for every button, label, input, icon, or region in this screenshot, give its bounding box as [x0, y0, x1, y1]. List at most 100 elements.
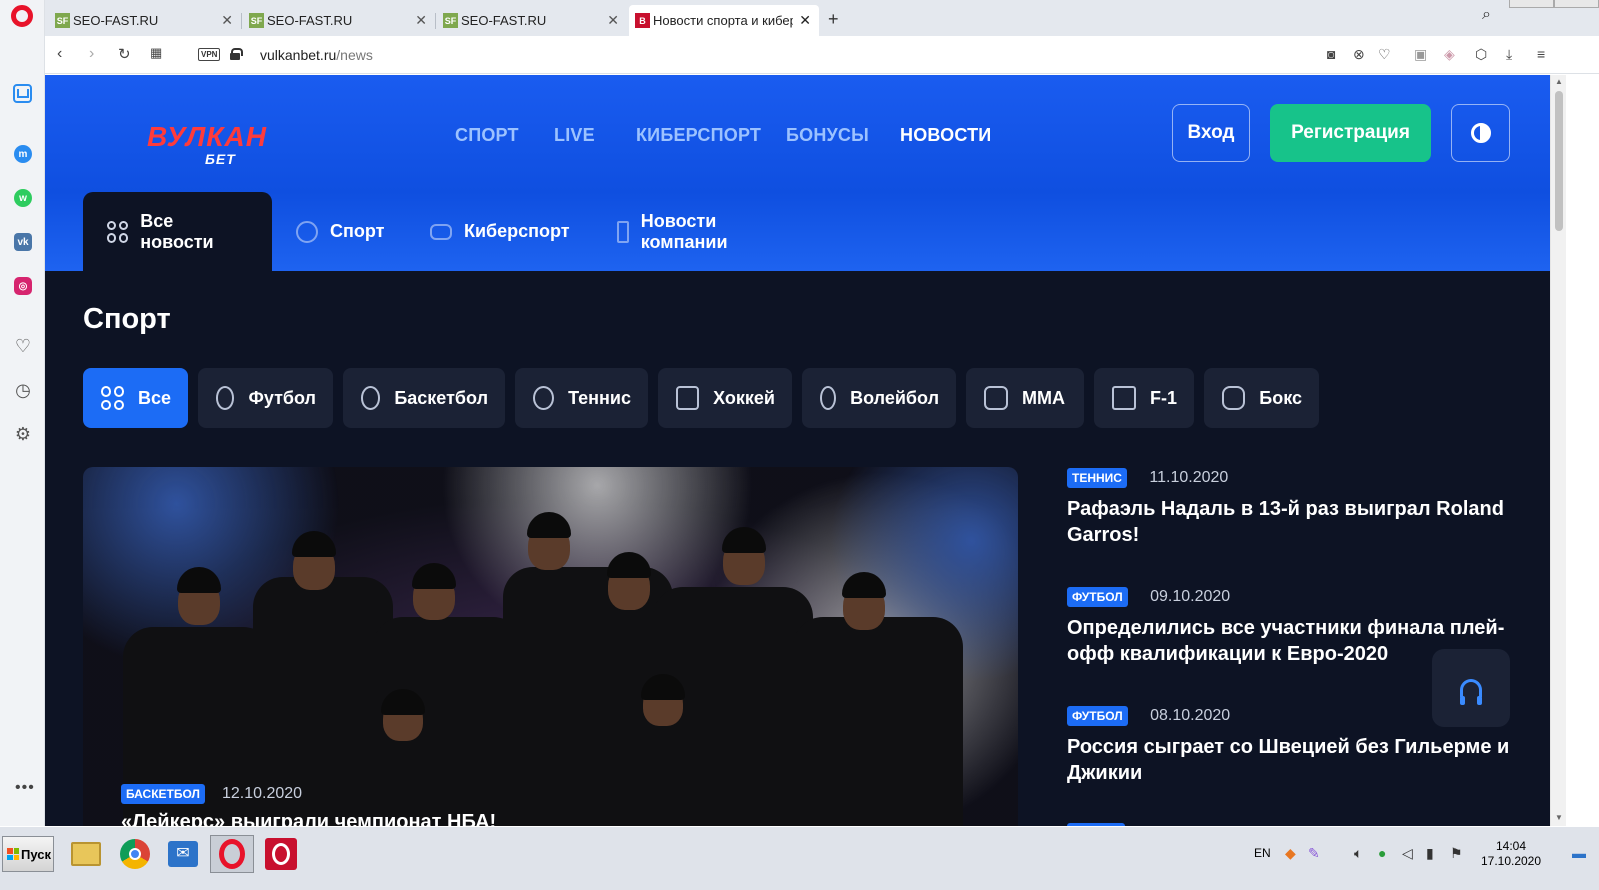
box-icon[interactable]: ⬡ [1475, 46, 1487, 63]
theme-toggle-button[interactable] [1451, 104, 1510, 162]
whatsapp-icon[interactable]: w [13, 188, 33, 208]
featured-category-badge[interactable]: БАСКЕТБОЛ [121, 784, 205, 804]
heart-icon[interactable]: ♡ [13, 336, 33, 356]
network-icon[interactable]: ▮ [1426, 845, 1434, 862]
news-list-item[interactable]: ТЕННИС 11.10.2020 Рафаэль Надаль в 13-й … [1067, 468, 1517, 548]
featured-news-card[interactable]: БАСКЕТБОЛ 12.10.2020 «Лейкерс» выиграли … [83, 467, 1018, 826]
filter-hockey[interactable]: Хоккей [658, 368, 792, 428]
news-category-badge[interactable]: ФУТБОЛ [1067, 706, 1128, 726]
support-chat-button[interactable] [1432, 649, 1510, 727]
ball-icon [296, 220, 318, 243]
news-title[interactable]: Рафаэль Надаль в 13-й раз выиграл Roland… [1067, 496, 1517, 548]
url-field[interactable]: vulkanbet.ru/news [260, 47, 373, 63]
nav-esports[interactable]: КИБЕРСПОРТ [636, 125, 761, 146]
close-tab-icon[interactable]: ✕ [607, 12, 619, 29]
menu-icon[interactable]: ≡ [1537, 46, 1545, 62]
chip-label: F-1 [1150, 387, 1177, 408]
reload-icon[interactable]: ↻ [118, 45, 131, 63]
browser-tab[interactable]: SF SEO-FAST.RU ✕ [243, 5, 435, 36]
tab-title: SEO-FAST.RU [267, 13, 353, 28]
home-icon[interactable] [13, 84, 32, 103]
tray-pen-icon[interactable]: ✎ [1308, 845, 1320, 862]
site-logo[interactable]: ВУЛКАН БЕТ [147, 121, 267, 167]
news-category-badge[interactable]: ФУТБОЛ [1067, 587, 1128, 607]
extension-sf-icon[interactable]: ▣ [1414, 46, 1427, 63]
register-button[interactable]: Регистрация [1270, 104, 1431, 162]
speaker-icon[interactable]: 🔈︎ [1354, 845, 1362, 862]
filter-boxing[interactable]: Бокс [1204, 368, 1319, 428]
tab-search-icon[interactable]: ⌕ [1482, 6, 1491, 24]
filter-volleyball[interactable]: Волейбол [802, 368, 956, 428]
forward-icon[interactable]: › [89, 45, 94, 63]
adblock-icon[interactable]: ⊗ [1353, 46, 1365, 63]
nav-news[interactable]: НОВОСТИ [900, 125, 991, 146]
browser-tab[interactable]: SF SEO-FAST.RU ✕ [437, 5, 627, 36]
vpn-badge[interactable]: VPN [198, 48, 221, 61]
tab-sport[interactable]: Спорт [296, 192, 384, 271]
tab-company-news[interactable]: Новости компании [617, 192, 734, 271]
instagram-icon[interactable]: ◎ [13, 276, 33, 296]
flag-notification-icon[interactable]: ⚑ [1450, 845, 1463, 862]
browser-tab-bar: SF SEO-FAST.RU ✕ SF SEO-FAST.RU ✕ SF SEO… [45, 0, 1599, 36]
mail-icon[interactable]: ✉ [161, 835, 205, 873]
chip-label: Все [137, 387, 171, 408]
volume-icon[interactable]: ◁ [1402, 845, 1413, 862]
news-title[interactable]: Россия сыграет со Швецией без Гильерме и… [1067, 734, 1517, 786]
filter-basketball[interactable]: Баскетбол [343, 368, 505, 428]
filter-f1[interactable]: F-1 [1094, 368, 1194, 428]
lock-icon[interactable] [230, 48, 243, 60]
close-tab-icon[interactable]: ✕ [221, 12, 233, 29]
featured-title[interactable]: «Лейкерс» выиграли чемпионат НБА! [121, 811, 496, 826]
security-icon[interactable]: ● [1378, 845, 1386, 861]
history-clock-icon[interactable]: ◷ [13, 380, 33, 400]
tab-grid-icon[interactable]: ▦ [150, 45, 162, 61]
vk-icon[interactable]: vk [13, 232, 33, 252]
more-dots-icon[interactable]: ••• [15, 779, 35, 797]
scrollbar-thumb[interactable] [1555, 91, 1563, 231]
nav-live[interactable]: LIVE [554, 125, 595, 146]
close-tab-icon[interactable]: ✕ [415, 12, 427, 29]
chip-label: Футбол [248, 387, 316, 408]
opera-logo-icon[interactable] [11, 5, 33, 27]
filter-football[interactable]: Футбол [198, 368, 333, 428]
filter-all[interactable]: Все [83, 368, 188, 428]
news-category-badge[interactable]: ТЕННИС [1067, 468, 1127, 488]
scroll-down-icon[interactable]: ▼ [1555, 813, 1563, 822]
system-clock[interactable]: 14:04 17.10.2020 [1478, 839, 1544, 869]
chip-label: Хоккей [713, 387, 775, 408]
tab-esports[interactable]: Киберспорт [430, 192, 570, 271]
nav-bonuses[interactable]: БОНУСЫ [786, 125, 869, 146]
grid-icon [101, 386, 124, 410]
window-controls[interactable] [1509, 0, 1599, 8]
login-button[interactable]: Вход [1172, 104, 1250, 162]
featured-photo-crowd [83, 467, 1018, 826]
show-desktop-icon[interactable]: ▬ [1572, 845, 1586, 861]
page-scrollbar[interactable]: ▲ ▼ [1550, 75, 1566, 826]
settings-gear-icon[interactable]: ⚙ [13, 424, 33, 444]
filter-tennis[interactable]: Теннис [515, 368, 648, 428]
language-indicator[interactable]: EN [1254, 846, 1271, 860]
logo-subword: БЕТ [205, 151, 236, 167]
bookmark-heart-icon[interactable]: ♡ [1378, 46, 1391, 63]
tab-all-news[interactable]: Все новости [83, 192, 272, 271]
camera-icon[interactable]: ◙ [1327, 46, 1335, 62]
file-explorer-icon[interactable] [64, 835, 108, 873]
browser-tab-active[interactable]: B Новости спорта и кибер ✕ [629, 5, 819, 36]
nav-sport[interactable]: СПОРТ [455, 125, 519, 146]
opera-taskbar-icon[interactable] [210, 835, 254, 873]
messenger-icon[interactable]: m [13, 144, 33, 164]
tray-app-icon[interactable]: ◆ [1285, 845, 1296, 862]
tab-label: Новости компании [640, 210, 728, 252]
extension-cube-icon[interactable]: ◈ [1444, 46, 1455, 63]
chip-label: Теннис [568, 387, 631, 408]
browser-tab[interactable]: SF SEO-FAST.RU ✕ [49, 5, 241, 36]
scroll-up-icon[interactable]: ▲ [1555, 77, 1563, 86]
close-tab-icon[interactable]: ✕ [799, 12, 811, 29]
chrome-icon[interactable] [113, 835, 157, 873]
opera-gx-taskbar-icon[interactable] [259, 835, 303, 873]
back-icon[interactable]: ‹ [57, 45, 62, 63]
start-button[interactable]: Пуск [2, 836, 54, 872]
filter-mma[interactable]: ММА [966, 368, 1084, 428]
download-icon[interactable]: ⤓ [1506, 46, 1512, 63]
new-tab-plus-icon[interactable]: + [828, 9, 839, 30]
